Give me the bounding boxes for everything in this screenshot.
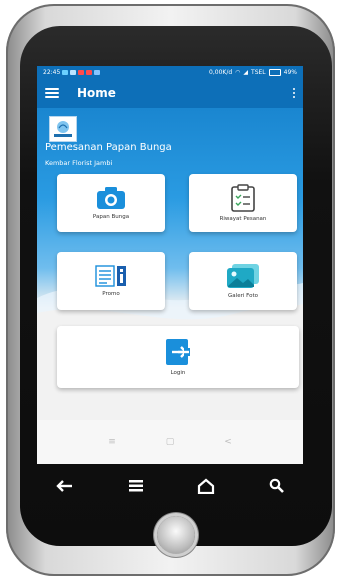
clipboard-checklist-icon [231, 183, 255, 212]
notification-icon [86, 69, 93, 75]
app-title: Pemesanan Papan Bunga [45, 142, 172, 153]
battery-icon [268, 68, 281, 76]
info-document-icon [95, 264, 126, 287]
carrier-name: TSEL [251, 68, 266, 76]
search-icon[interactable] [266, 475, 288, 497]
app-bar: Home [37, 78, 303, 108]
app-screen: 22:45 0,00K/d ◠ ◢ TSEL 49% Home Pemesana… [37, 66, 303, 464]
login-icon [166, 338, 190, 365]
login-label: Login [170, 369, 186, 376]
photo-gallery-icon [227, 263, 259, 288]
status-bar: 22:45 0,00K/d ◠ ◢ TSEL 49% [37, 66, 303, 78]
status-time: 22:45 [43, 68, 61, 76]
hamburger-menu-icon[interactable] [45, 86, 59, 100]
signal-icon: ◢ [243, 68, 249, 76]
riwayat-pesanan-card[interactable]: Riwayat Pesanan [189, 174, 297, 232]
network-speed: 0,00K/d [209, 68, 233, 76]
notification-icon [94, 69, 101, 75]
android-nav-bar: ≡ ▢ < [37, 420, 303, 464]
promo-card[interactable]: Promo [57, 252, 165, 310]
papan-bunga-label: Papan Bunga [92, 213, 130, 220]
page-title: Home [77, 86, 116, 100]
back-arrow-icon[interactable] [54, 475, 76, 497]
wifi-icon: ◠ [235, 68, 241, 76]
camera-icon [97, 186, 125, 209]
menu-lines-icon[interactable] [125, 475, 147, 497]
app-subtitle: Kembar Florist Jambi [45, 159, 113, 167]
promo-label: Promo [102, 290, 120, 297]
notification-icon [78, 69, 85, 75]
galeri-foto-card[interactable]: Galeri Foto [189, 252, 297, 310]
login-card[interactable]: Login [57, 326, 299, 388]
galeri-foto-label: Galeri Foto [228, 292, 258, 299]
home-nav-icon[interactable]: ▢ [166, 437, 175, 447]
riwayat-pesanan-label: Riwayat Pesanan [219, 215, 267, 222]
hardware-button-bar [40, 470, 302, 502]
back-nav-icon[interactable]: < [224, 437, 232, 447]
battery-percent: 49% [283, 68, 297, 76]
notification-icon [70, 69, 77, 75]
recents-icon[interactable]: ≡ [108, 437, 116, 447]
notification-icon [62, 69, 69, 75]
app-logo [49, 116, 77, 142]
overflow-menu-icon[interactable] [293, 88, 295, 98]
papan-bunga-card[interactable]: Papan Bunga [57, 174, 165, 232]
physical-home-button[interactable] [157, 516, 195, 554]
home-house-icon[interactable] [195, 475, 217, 497]
